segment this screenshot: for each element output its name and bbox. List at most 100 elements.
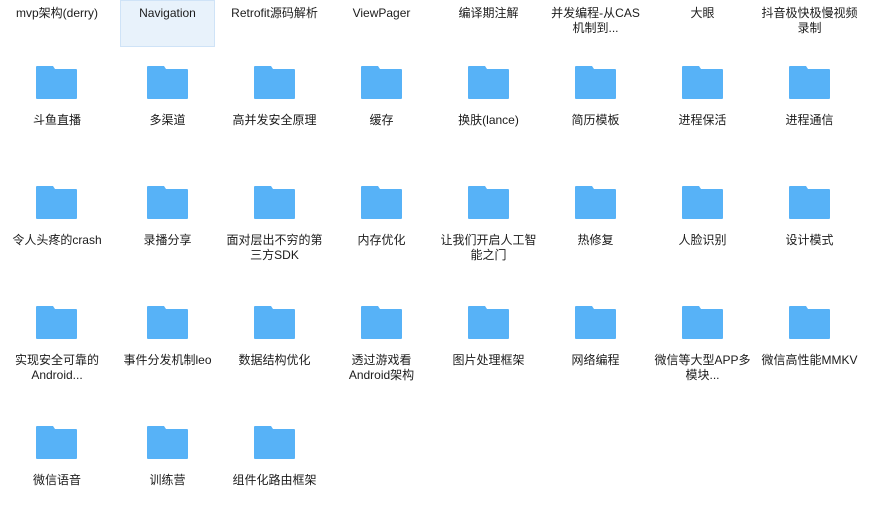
icon-grid-row: 微信语音 训练营 组件化路由框架	[0, 407, 875, 506]
folder-item[interactable]: 透过游戏看Android架构	[328, 287, 435, 407]
folder-icon	[360, 66, 402, 99]
folder-item-label: 令人头疼的crash	[12, 233, 102, 247]
folder-item[interactable]: mvp架构(derry)	[0, 0, 114, 47]
folder-item-label: 换肤(lance)	[458, 113, 519, 127]
folder-item-label: 斗鱼直播	[32, 113, 81, 127]
folder-item-label: 微信等大型APP多模块...	[654, 353, 751, 382]
folder-item[interactable]: 斗鱼直播	[0, 47, 114, 167]
icon-grid-row: 实现安全可靠的Android... 事件分发机制leo 数据结构优化 透过游戏看And…	[0, 287, 875, 407]
folder-icon	[36, 66, 77, 99]
folder-item[interactable]: 让我们开启人工智能之门	[435, 167, 542, 287]
folder-item[interactable]: 训练营	[114, 407, 221, 506]
folder-item-label: 组件化路由框架	[232, 473, 317, 487]
folder-item-label: Navigation	[139, 6, 196, 20]
folder-icon	[574, 66, 616, 99]
folder-icon	[253, 186, 295, 219]
folder-item[interactable]: 编译期注解	[435, 0, 542, 47]
folder-item[interactable]: ViewPager	[328, 0, 435, 47]
folder-icon	[146, 306, 188, 339]
folder-icon	[253, 426, 295, 459]
folder-item-label: 录播分享	[143, 233, 192, 247]
folder-item[interactable]: 令人头疼的crash	[0, 167, 114, 287]
folder-item-label: 实现安全可靠的Android...	[14, 353, 99, 382]
folder-item-label: 设计模式	[785, 233, 834, 247]
folder-item[interactable]: 组件化路由框架	[221, 407, 328, 506]
folder-item[interactable]: 热修复	[542, 167, 649, 287]
folder-item-label: 缓存	[369, 113, 394, 127]
folder-item[interactable]: 录播分享	[114, 167, 221, 287]
file-icon-grid: mvp架构(derry) Navigation Retrofit源码解析 ViewPa…	[0, 0, 875, 519]
folder-item-label: ViewPager	[352, 6, 411, 20]
folder-item[interactable]: 简历模板	[542, 47, 649, 167]
folder-item[interactable]: 并发编程-从CAS机制到...	[542, 0, 649, 47]
folder-item-label: 编译期注解	[458, 6, 519, 20]
folder-item[interactable]: 抖音极快极慢视频录制	[756, 0, 863, 47]
folder-item-label: 进程保活	[678, 113, 727, 127]
folder-item[interactable]: 多渠道	[114, 47, 221, 167]
folder-item-label: 抖音极快极慢视频录制	[761, 6, 858, 35]
folder-icon	[146, 426, 188, 459]
folder-item-label: 网络编程	[571, 353, 620, 367]
folder-icon	[253, 66, 295, 99]
folder-icon	[467, 66, 509, 99]
folder-icon	[788, 186, 830, 219]
folder-item[interactable]: 大眼	[649, 0, 756, 47]
icon-grid-row: 令人头疼的crash 录播分享 面对层出不穷的第三方SDK 内存优化 让我们开启人工智能…	[0, 167, 875, 287]
folder-item-label: 透过游戏看Android架构	[348, 353, 415, 382]
folder-item[interactable]: 事件分发机制leo	[114, 287, 221, 407]
folder-item-label: 并发编程-从CAS机制到...	[551, 6, 640, 35]
folder-icon	[681, 186, 723, 219]
folder-item-label: 热修复	[577, 233, 614, 247]
folder-item[interactable]: 网络编程	[542, 287, 649, 407]
folder-icon	[360, 306, 402, 339]
folder-item[interactable]: 图片处理框架	[435, 287, 542, 407]
folder-icon	[36, 306, 77, 339]
folder-item[interactable]: 进程通信	[756, 47, 863, 167]
folder-item-label: Retrofit源码解析	[231, 6, 318, 20]
folder-icon	[788, 306, 830, 339]
folder-item-label: 微信高性能MMKV	[761, 353, 858, 367]
folder-icon	[574, 306, 616, 339]
folder-item-label: 微信语音	[32, 473, 81, 487]
icon-grid-row: 斗鱼直播 多渠道 高并发安全原理 缓存 换肤(lance) 简历模板 进程保活 进程通信	[0, 47, 875, 167]
folder-item[interactable]: 高并发安全原理	[221, 47, 328, 167]
folder-icon	[681, 66, 723, 99]
folder-icon	[146, 186, 188, 219]
folder-icon	[36, 186, 77, 219]
folder-item[interactable]: 设计模式	[756, 167, 863, 287]
folder-icon	[253, 306, 295, 339]
folder-icon	[574, 186, 616, 219]
folder-item[interactable]: 微信语音	[0, 407, 114, 506]
folder-item-label: 大眼	[690, 6, 715, 20]
folder-item[interactable]: 微信高性能MMKV	[756, 287, 863, 407]
folder-item[interactable]: 面对层出不穷的第三方SDK	[221, 167, 328, 287]
icon-grid-row: mvp架构(derry) Navigation Retrofit源码解析 ViewPa…	[0, 0, 875, 47]
folder-item-label: 多渠道	[149, 113, 186, 127]
folder-icon	[146, 66, 188, 99]
folder-item-label: 图片处理框架	[452, 353, 525, 367]
folder-item[interactable]: Retrofit源码解析	[221, 0, 328, 47]
folder-item-label: 简历模板	[571, 113, 620, 127]
folder-item[interactable]: 换肤(lance)	[435, 47, 542, 167]
folder-item[interactable]: 缓存	[328, 47, 435, 167]
folder-item[interactable]: 数据结构优化	[221, 287, 328, 407]
folder-item-label: 事件分发机制leo	[123, 353, 212, 367]
folder-icon	[681, 306, 723, 339]
folder-icon	[36, 426, 77, 459]
folder-item[interactable]: 内存优化	[328, 167, 435, 287]
folder-item[interactable]: Navigation	[114, 0, 221, 47]
folder-icon	[467, 186, 509, 219]
folder-item[interactable]: 实现安全可靠的Android...	[0, 287, 114, 407]
folder-item[interactable]: 微信等大型APP多模块...	[649, 287, 756, 407]
folder-item-label: 训练营	[149, 473, 186, 487]
folder-item-label: 数据结构优化	[238, 353, 311, 367]
folder-item-label: 进程通信	[785, 113, 834, 127]
folder-icon	[467, 306, 509, 339]
folder-item-label: mvp架构(derry)	[15, 6, 98, 20]
folder-item-label: 高并发安全原理	[232, 113, 317, 127]
folder-item[interactable]: 进程保活	[649, 47, 756, 167]
folder-icon	[788, 66, 830, 99]
folder-item-label: 面对层出不穷的第三方SDK	[226, 233, 323, 262]
folder-icon	[360, 186, 402, 219]
folder-item[interactable]: 人脸识别	[649, 167, 756, 287]
